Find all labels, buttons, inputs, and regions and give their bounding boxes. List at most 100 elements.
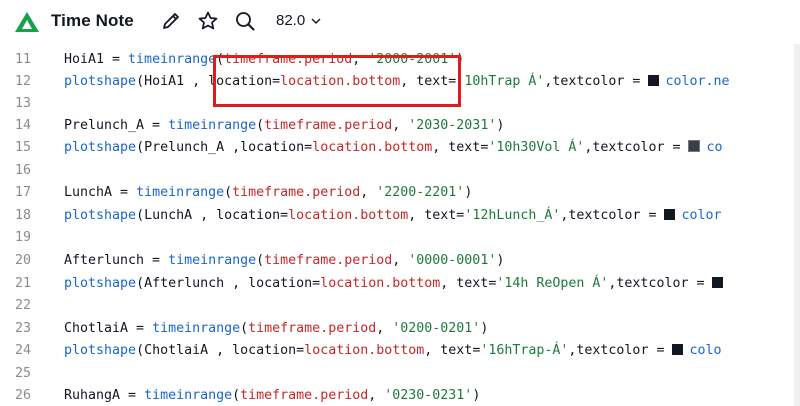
line-number: 12 — [14, 74, 31, 89]
code-token: ) — [480, 321, 489, 336]
line-number: 18 — [14, 208, 31, 223]
line-number: 26 — [14, 388, 31, 403]
line-number: 11 — [14, 52, 31, 67]
color-swatch — [688, 140, 701, 152]
code-token: location.bottom — [304, 343, 425, 358]
code-token: '0000-0001' — [408, 253, 497, 268]
line-number: 25 — [14, 366, 31, 381]
code-token: timeframe.period — [264, 118, 393, 133]
code-token: (Afterlunch , location= — [136, 276, 321, 291]
line-number: 15 — [14, 140, 31, 155]
code-text: plotshape(HoiA1 , location=location.bott… — [64, 71, 730, 93]
code-token: '2200-2201' — [376, 185, 465, 200]
code-token: , — [392, 253, 409, 268]
code-token: '2030-2031' — [408, 118, 497, 133]
code-token: colo — [689, 343, 722, 358]
code-token: timeinrange — [168, 253, 257, 268]
code-text: HoiA1 = timeinrange(timeframe.period, '2… — [64, 49, 464, 71]
code-token: timeinrange — [168, 118, 257, 133]
version-selector[interactable]: 82.0 — [276, 12, 321, 29]
code-token: '12hLunch_Á' — [464, 208, 561, 223]
code-token: ( — [232, 388, 241, 403]
code-text: RuhangA = timeinrange(timeframe.period, … — [64, 385, 480, 406]
code-line[interactable]: 18 plotshape(LunchA , location=location.b… — [0, 205, 800, 227]
code-line[interactable]: 25 — [0, 363, 800, 385]
code-token: ) — [496, 253, 505, 268]
code-token: (HoiA1 , location= — [136, 74, 281, 89]
code-token: , text= — [400, 74, 457, 89]
code-line[interactable]: 13 — [0, 93, 800, 115]
code-token: ,textcolor = — [608, 276, 713, 291]
code-line[interactable]: 19 — [0, 227, 800, 249]
code-line[interactable]: 20 Afterlunch = timeinrange(timeframe.per… — [0, 250, 800, 272]
code-editor[interactable]: 11 HoiA1 = timeinrange(timeframe.period, … — [0, 45, 800, 406]
code-line[interactable]: 16 — [0, 160, 800, 182]
code-token: ,textcolor = — [560, 208, 665, 223]
code-line[interactable]: 15 plotshape(Prelunch_A ,location=locatio… — [0, 137, 800, 159]
star-icon[interactable] — [197, 10, 219, 32]
code-token: '10h30Vol Á' — [488, 140, 585, 155]
code-token: ) — [472, 388, 481, 403]
code-token: '0200-0201' — [392, 321, 481, 336]
code-text: ChotlaiA = timeinrange(timeframe.period,… — [64, 318, 488, 340]
code-token: , text= — [432, 140, 489, 155]
code-line[interactable]: 23 ChotlaiA = timeinrange(timeframe.perio… — [0, 318, 800, 340]
code-token: '16hTrap-Á' — [480, 343, 569, 358]
code-token: (ChotlaiA , location= — [136, 343, 305, 358]
code-token: , text= — [408, 208, 465, 223]
code-line[interactable]: 17 LunchA = timeinrange(timeframe.period,… — [0, 182, 800, 204]
code-token: , — [368, 388, 385, 403]
code-line[interactable]: 11 HoiA1 = timeinrange(timeframe.period, … — [0, 49, 800, 71]
code-token: ,textcolor = — [544, 74, 649, 89]
line-number: 23 — [14, 321, 31, 336]
code-token: ,textcolor = — [584, 140, 689, 155]
line-number: 13 — [14, 96, 31, 111]
color-swatch — [648, 75, 660, 86]
logo-icon — [15, 12, 39, 32]
code-token: '2000-2001' — [368, 52, 457, 67]
code-token: timeframe.period — [264, 253, 393, 268]
code-token: , — [352, 52, 369, 67]
code-line[interactable]: 21 plotshape(Afterlunch , location=locati… — [0, 273, 800, 295]
search-icon[interactable] — [234, 10, 256, 32]
top-bar: Time Note 82.0 — [0, 0, 800, 44]
code-text: Afterlunch = timeinrange(timeframe.perio… — [64, 250, 504, 272]
version-label: 82.0 — [276, 12, 306, 29]
code-token: location.bottom — [320, 276, 441, 291]
line-number: 17 — [14, 185, 31, 200]
code-line[interactable]: 22 — [0, 295, 800, 317]
code-token: timeframe.period — [240, 388, 369, 403]
code-token: timeinrange — [144, 388, 233, 403]
code-text: plotshape(Afterlunch , location=location… — [64, 273, 729, 295]
code-token: location.bottom — [312, 140, 433, 155]
color-swatch — [664, 209, 676, 220]
color-swatch — [712, 277, 724, 288]
app-title: Time Note — [51, 11, 134, 30]
vertical-scrollbar[interactable] — [794, 44, 800, 406]
code-text: plotshape(LunchA , location=location.bot… — [64, 205, 722, 227]
code-token: ) — [456, 52, 465, 67]
code-token: '10hTrap Á' — [456, 74, 545, 89]
code-token: HoiA1 = — [64, 52, 129, 67]
code-token: timeframe.period — [232, 185, 361, 200]
code-token: plotshape — [64, 276, 137, 291]
line-number: 24 — [14, 343, 31, 358]
code-token: timeinrange — [152, 321, 241, 336]
code-line[interactable]: 24 plotshape(ChotlaiA , location=location… — [0, 340, 800, 362]
pencil-icon[interactable] — [160, 10, 182, 32]
chevron-down-icon — [311, 18, 321, 24]
code-token: , — [360, 185, 377, 200]
code-token: ChotlaiA = — [64, 321, 153, 336]
code-token: Afterlunch = — [64, 253, 169, 268]
code-line[interactable]: 12 plotshape(HoiA1 , location=location.bo… — [0, 71, 800, 93]
code-token: ,textcolor = — [568, 343, 673, 358]
code-line[interactable]: 14 Prelunch_A = timeinrange(timeframe.per… — [0, 115, 800, 137]
code-token: co — [706, 140, 723, 155]
code-token: plotshape — [64, 140, 137, 155]
code-token: , text= — [424, 343, 481, 358]
code-token: ) — [464, 185, 473, 200]
color-swatch — [672, 344, 684, 355]
code-line[interactable]: 26 RuhangA = timeinrange(timeframe.period… — [0, 385, 800, 406]
code-token: '0230-0231' — [384, 388, 473, 403]
code-token: timeinrange — [128, 52, 217, 67]
